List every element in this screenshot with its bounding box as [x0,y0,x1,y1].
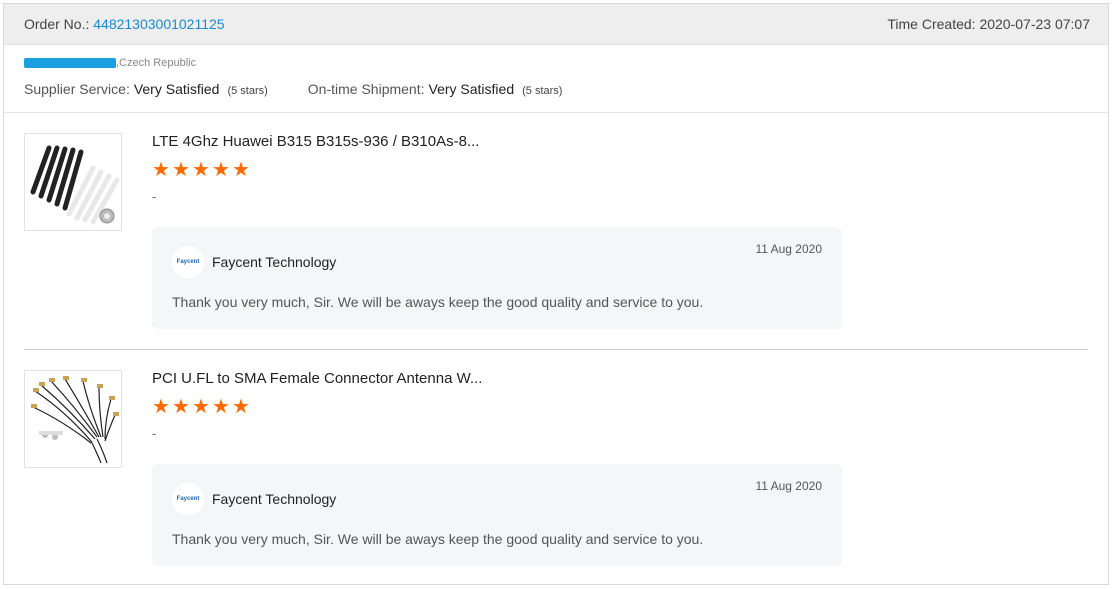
order-number-label: Order No.: [24,16,94,32]
shipment-rating: On-time Shipment: Very Satisfied (5 star… [308,81,563,97]
supplier-service-label: Supplier Service: [24,81,130,97]
buyer-country: ,Czech Republic [116,57,197,69]
time-created-value: 2020-07-23 07:07 [979,16,1090,32]
star-icon: ★ [152,159,170,181]
star-icon: ★ [232,159,250,181]
reply-date: 11 Aug 2020 [755,242,822,256]
buyer-info: ,Czech Republic [24,57,196,69]
time-created: Time Created: 2020-07-23 07:07 [887,16,1090,32]
order-number: Order No.: 44821303001021125 [24,16,225,32]
review-item: LTE 4Ghz Huawei B315 B315s-936 / B310As-… [4,113,1108,349]
buyer-comment: - [152,189,157,204]
product-rating: ★ ★ ★ ★ ★ [152,159,250,181]
order-number-link[interactable]: 44821303001021125 [93,16,224,32]
star-icon: ★ [172,396,190,418]
buyer-ratings: Supplier Service: Very Satisfied (5 star… [24,81,562,97]
star-icon: ★ [172,159,190,181]
star-icon: ★ [212,159,230,181]
product-title[interactable]: PCI U.FL to SMA Female Connector Antenna… [152,370,482,387]
buyer-feedback: ,Czech Republic Supplier Service: Very S… [4,45,1108,113]
star-icon: ★ [212,396,230,418]
supplier-avatar: Faycent [172,483,204,515]
order-review-card: Order No.: 44821303001021125 Time Create… [3,3,1109,585]
product-image-antennas[interactable] [24,133,122,231]
star-icon: ★ [192,159,210,181]
supplier-service-stars: (5 stars) [227,85,268,97]
star-icon: ★ [152,396,170,418]
supplier-reply: Faycent Faycent Technology 11 Aug 2020 T… [152,227,842,329]
star-icon: ★ [232,396,250,418]
supplier-service-value: Very Satisfied [133,81,220,97]
star-icon: ★ [192,396,210,418]
buyer-comment: - [152,426,157,441]
product-rating: ★ ★ ★ ★ ★ [152,396,250,418]
order-header: Order No.: 44821303001021125 Time Create… [4,4,1108,45]
supplier-avatar: Faycent [172,246,204,278]
reply-text: Thank you very much, Sir. We will be awa… [172,294,704,310]
supplier-name: Faycent Technology [212,491,337,507]
supplier-name: Faycent Technology [212,254,337,270]
shipment-label: On-time Shipment: [307,81,425,97]
product-title[interactable]: LTE 4Ghz Huawei B315 B315s-936 / B310As-… [152,133,479,150]
product-image-cables[interactable] [24,370,122,468]
shipment-stars: (5 stars) [522,85,563,97]
review-item: PCI U.FL to SMA Female Connector Antenna… [24,349,1088,586]
redacted-buyer-name [24,58,116,68]
reply-date: 11 Aug 2020 [755,479,822,493]
supplier-service-rating: Supplier Service: Very Satisfied (5 star… [24,81,268,97]
time-created-label: Time Created: [887,16,980,32]
supplier-reply: Faycent Faycent Technology 11 Aug 2020 T… [152,464,842,566]
reply-text: Thank you very much, Sir. We will be awa… [172,531,704,547]
shipment-value: Very Satisfied [428,81,515,97]
